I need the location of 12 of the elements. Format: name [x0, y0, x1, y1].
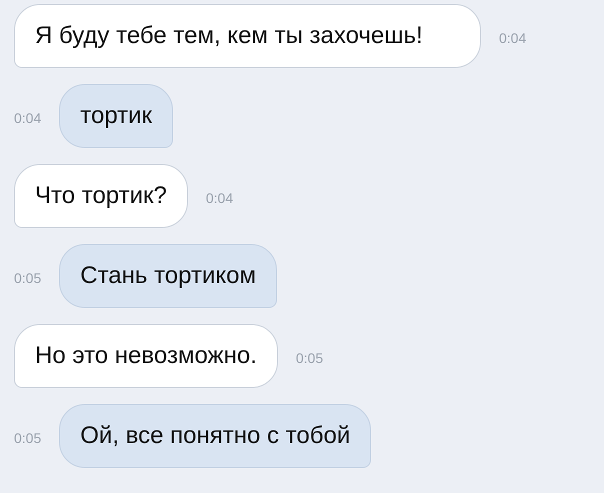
message-time: 0:04 [206, 190, 234, 208]
message-time: 0:05 [296, 350, 324, 368]
sent-message: Ой, все понятно с тобой [59, 404, 372, 468]
message-time: 0:05 [14, 430, 42, 448]
sent-message: Стань тортиком [59, 244, 277, 308]
sent-message: тортик [59, 84, 174, 148]
received-message: Что тортик? [14, 164, 188, 228]
received-message: Но это невозможно. [14, 324, 278, 388]
message-time: 0:05 [14, 270, 42, 288]
message-time: 0:04 [499, 30, 526, 48]
received-message: Я буду тебе тем, кем ты захочешь! [14, 4, 481, 68]
message-time: 0:04 [14, 110, 42, 128]
